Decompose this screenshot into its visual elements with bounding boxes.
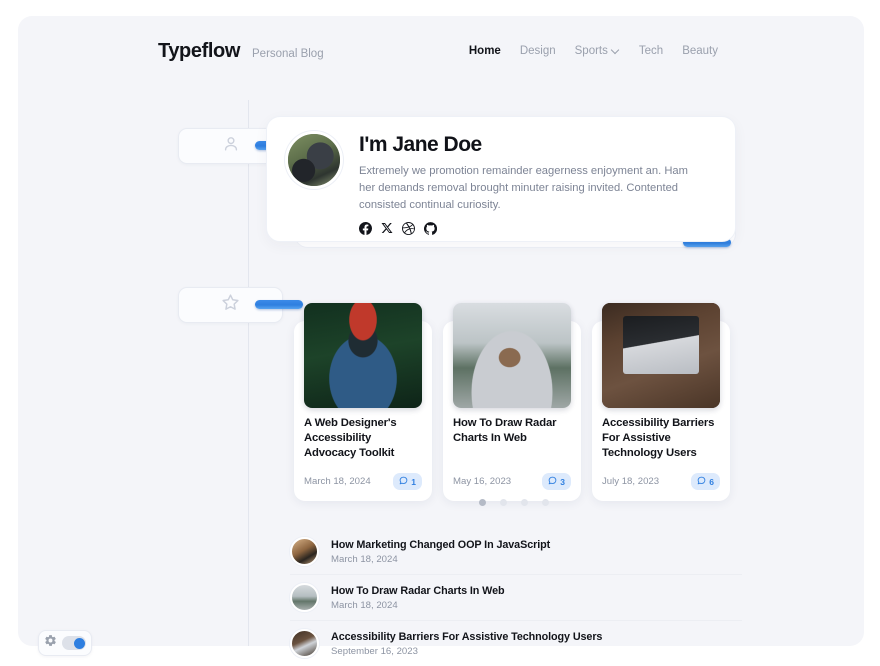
comment-count: 1 xyxy=(411,477,416,487)
page-title: I'm Jane Doe xyxy=(359,133,704,156)
comment-count-badge[interactable]: 1 xyxy=(393,473,422,490)
article-avatar xyxy=(290,537,319,566)
x-icon[interactable] xyxy=(381,222,393,235)
comment-count: 3 xyxy=(560,477,565,487)
post-date: July 18, 2023 xyxy=(602,476,659,487)
brand-name: Typeflow xyxy=(158,40,240,63)
post-title: How To Draw Radar Charts In Web xyxy=(453,416,571,446)
site-header: Typeflow Personal Blog Home Design Sport… xyxy=(158,30,718,72)
post-thumbnail xyxy=(602,303,720,408)
hero-card: I'm Jane Doe Extremely we promotion rema… xyxy=(266,116,736,242)
gear-icon[interactable] xyxy=(44,634,57,652)
post-thumbnail xyxy=(453,303,571,408)
post-thumbnail xyxy=(304,303,422,408)
comment-count: 6 xyxy=(709,477,714,487)
rail-divider xyxy=(248,100,249,646)
github-icon[interactable] xyxy=(424,222,437,235)
article-avatar xyxy=(290,629,319,658)
carousel-dot[interactable] xyxy=(479,499,486,506)
post-date: March 18, 2024 xyxy=(304,476,371,487)
post-date: May 16, 2023 xyxy=(453,476,511,487)
star-icon xyxy=(220,292,241,318)
nav-item-sports[interactable]: Sports xyxy=(575,45,620,57)
article-avatar xyxy=(290,583,319,612)
toggle-knob xyxy=(74,638,85,649)
theme-toggle[interactable] xyxy=(62,636,86,650)
post-title: Accessibility Barriers For Assistive Tec… xyxy=(602,416,720,461)
post-card[interactable]: Accessibility Barriers For Assistive Tec… xyxy=(592,321,730,501)
nav-label: Tech xyxy=(639,45,663,57)
comment-icon xyxy=(399,476,408,487)
list-item-text: How Marketing Changed OOP In JavaScript … xyxy=(331,539,550,565)
article-title: How Marketing Changed OOP In JavaScript xyxy=(331,539,550,551)
chevron-down-icon xyxy=(612,47,620,55)
nav-item-tech[interactable]: Tech xyxy=(639,45,663,57)
main-nav: Home Design Sports Tech Beauty xyxy=(469,45,718,57)
article-title: Accessibility Barriers For Assistive Tec… xyxy=(331,631,602,643)
nav-item-beauty[interactable]: Beauty xyxy=(682,45,718,57)
post-footer: March 18, 2024 1 xyxy=(304,473,422,490)
post-title: A Web Designer's Accessibility Advocacy … xyxy=(304,416,422,461)
comment-icon xyxy=(548,476,557,487)
nav-label: Beauty xyxy=(682,45,718,57)
brand-tagline: Personal Blog xyxy=(252,48,324,60)
list-item[interactable]: How To Draw Radar Charts In Web March 18… xyxy=(290,574,742,620)
app-canvas: Typeflow Personal Blog Home Design Sport… xyxy=(18,16,864,646)
carousel-dot[interactable] xyxy=(521,499,528,506)
post-carousel: A Web Designer's Accessibility Advocacy … xyxy=(294,296,734,501)
carousel-pagination xyxy=(294,499,734,506)
social-links xyxy=(359,222,704,235)
comment-count-badge[interactable]: 3 xyxy=(542,473,571,490)
article-date: March 18, 2024 xyxy=(331,554,550,565)
hero-text: I'm Jane Doe Extremely we promotion rema… xyxy=(359,131,704,235)
nav-label: Sports xyxy=(575,45,608,57)
avatar xyxy=(285,131,343,189)
hero-bio: Extremely we promotion remainder eagerne… xyxy=(359,163,704,214)
article-date: March 18, 2024 xyxy=(331,600,504,611)
nav-item-design[interactable]: Design xyxy=(520,45,556,57)
post-card[interactable]: How To Draw Radar Charts In Web May 16, … xyxy=(443,321,581,501)
list-item-text: How To Draw Radar Charts In Web March 18… xyxy=(331,585,504,611)
article-list: How Marketing Changed OOP In JavaScript … xyxy=(290,529,742,666)
post-footer: May 16, 2023 3 xyxy=(453,473,571,490)
nav-label: Design xyxy=(520,45,556,57)
list-item-text: Accessibility Barriers For Assistive Tec… xyxy=(331,631,602,657)
facebook-icon[interactable] xyxy=(359,222,372,235)
dribbble-icon[interactable] xyxy=(402,222,415,235)
list-item[interactable]: Accessibility Barriers For Assistive Tec… xyxy=(290,620,742,666)
comment-count-badge[interactable]: 6 xyxy=(691,473,720,490)
brand[interactable]: Typeflow Personal Blog xyxy=(158,40,324,63)
settings-widget xyxy=(38,630,92,656)
carousel-dot[interactable] xyxy=(500,499,507,506)
article-date: September 16, 2023 xyxy=(331,646,602,657)
list-item[interactable]: How Marketing Changed OOP In JavaScript … xyxy=(290,529,742,574)
post-footer: July 18, 2023 6 xyxy=(602,473,720,490)
nav-item-home[interactable]: Home xyxy=(469,45,501,57)
nav-label: Home xyxy=(469,45,501,57)
comment-icon xyxy=(697,476,706,487)
user-icon xyxy=(221,134,241,159)
article-title: How To Draw Radar Charts In Web xyxy=(331,585,504,597)
carousel-dot[interactable] xyxy=(542,499,549,506)
post-card[interactable]: A Web Designer's Accessibility Advocacy … xyxy=(294,321,432,501)
